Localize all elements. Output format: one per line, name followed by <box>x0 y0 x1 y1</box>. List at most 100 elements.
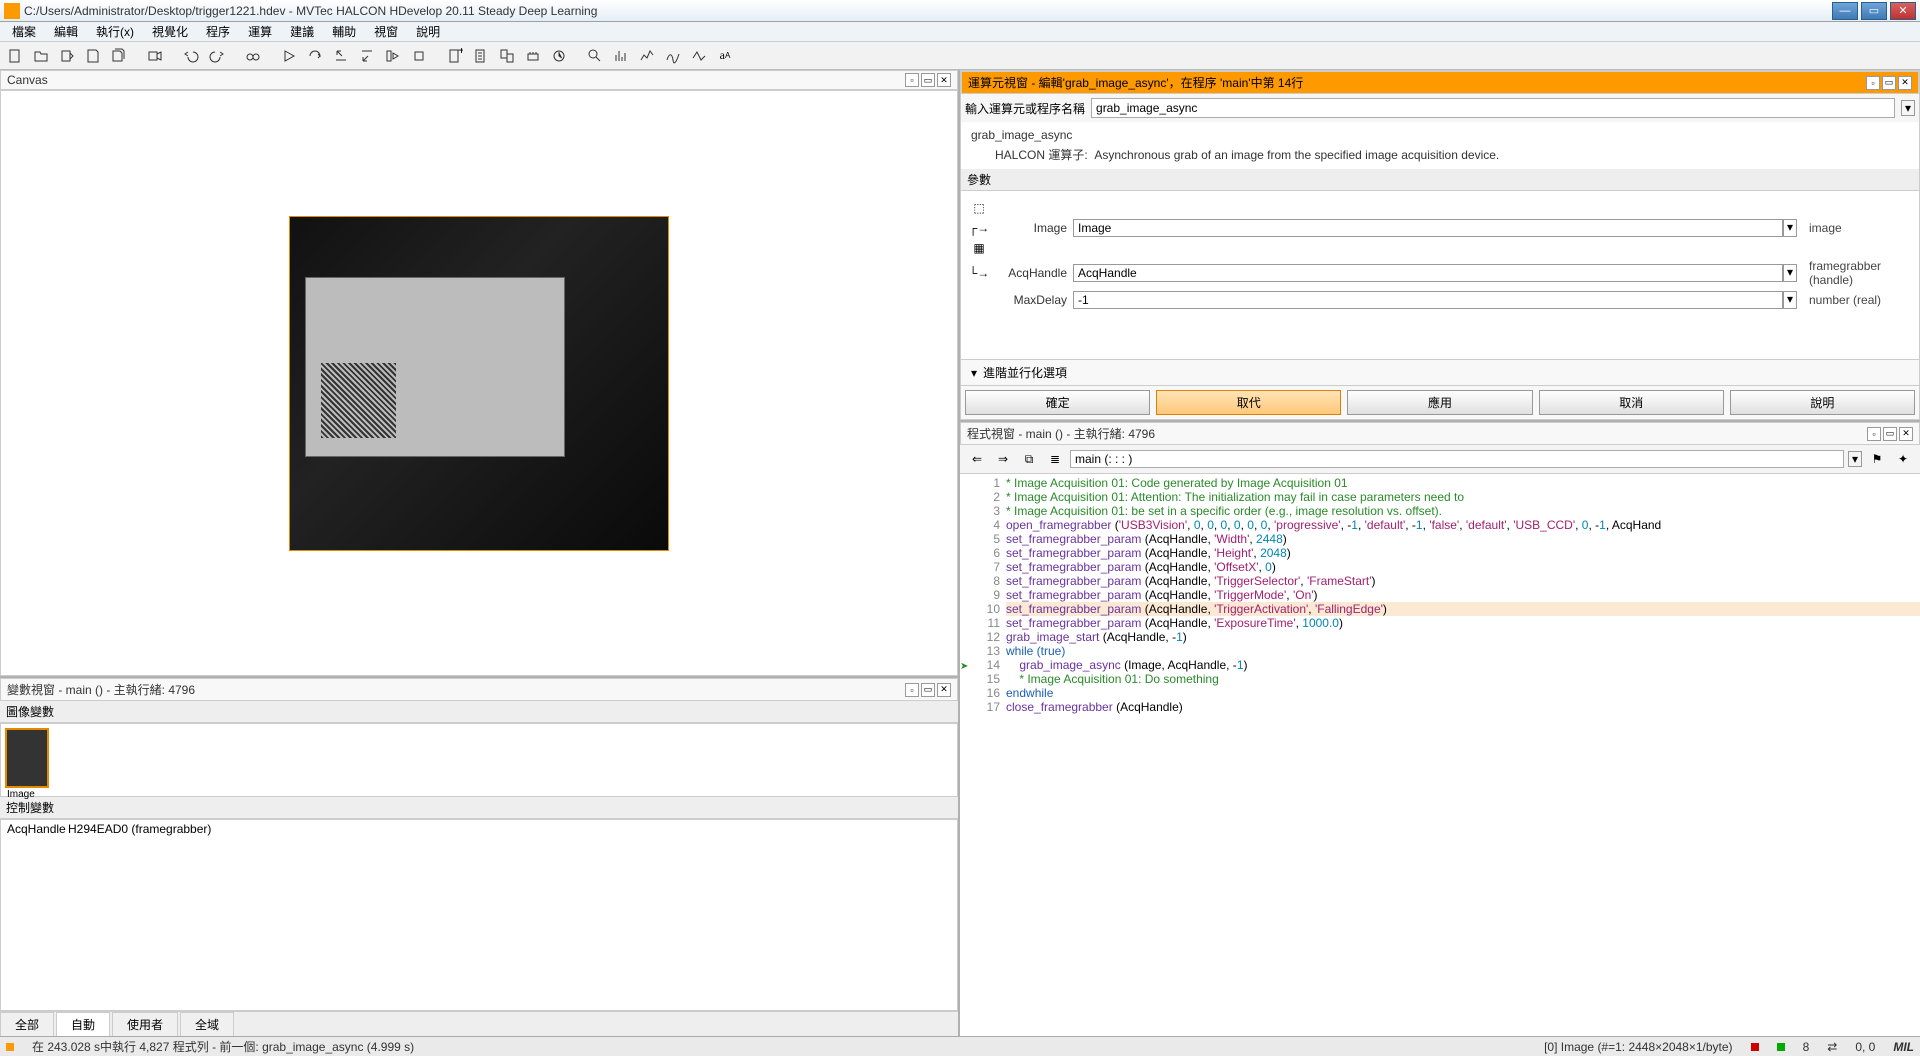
op-name-input[interactable] <box>1091 98 1895 118</box>
record-icon[interactable] <box>144 45 166 67</box>
profile-icon[interactable] <box>636 45 658 67</box>
stop-icon[interactable] <box>408 45 430 67</box>
img-vars-area: Image <box>0 723 958 797</box>
canvas-image <box>289 216 669 551</box>
chevron-down-icon[interactable]: ▾ <box>1901 100 1915 116</box>
menu-op[interactable]: 運算 <box>240 21 280 42</box>
panel-close-icon[interactable]: ✕ <box>937 73 951 87</box>
menu-help[interactable]: 說明 <box>408 21 448 42</box>
panel-max-icon[interactable]: ▭ <box>1883 427 1897 441</box>
menu-suggest[interactable]: 建議 <box>282 21 322 42</box>
chevron-down-icon[interactable]: ▾ <box>1783 291 1797 309</box>
panel-restore-icon[interactable]: ▫ <box>905 683 919 697</box>
window-titlebar: C:/Users/Administrator/Desktop/trigger12… <box>0 0 1920 22</box>
apply-button[interactable]: 應用 <box>1347 390 1532 415</box>
panel-max-icon[interactable]: ▭ <box>1882 76 1896 90</box>
panel-close-icon[interactable]: ✕ <box>1898 76 1912 90</box>
program-window: 程式視窗 - main () - 主執行緒: 4796 ▫ ▭ ✕ ⇐ ⇒ ⧉ … <box>960 420 1920 1036</box>
step-into-icon[interactable] <box>330 45 352 67</box>
pin-icon[interactable]: ✦ <box>1892 448 1914 470</box>
toolbar: + aA <box>0 42 1920 70</box>
params-label: 參數 <box>961 169 1919 191</box>
menu-view[interactable]: 視覺化 <box>144 21 196 42</box>
panel-restore-icon[interactable]: ▫ <box>1867 427 1881 441</box>
ctrl-vars-area: AcqHandle H294EAD0 (framegrabber) <box>0 819 958 1011</box>
panel-close-icon[interactable]: ✕ <box>1899 427 1913 441</box>
step-over-icon[interactable] <box>304 45 326 67</box>
canvas-viewport[interactable] <box>0 90 958 676</box>
new-prog-icon[interactable]: + <box>444 45 466 67</box>
status-text: 在 243.028 s中執行 4,827 程式列 - 前一個: grab_ima… <box>32 1038 414 1055</box>
advanced-toggle[interactable]: ▾進階並行化選項 <box>961 359 1919 385</box>
ocr-icon[interactable]: aA <box>714 45 736 67</box>
help-button[interactable]: 說明 <box>1730 390 1915 415</box>
svg-text:+: + <box>458 48 463 57</box>
table-row[interactable]: AcqHandle H294EAD0 (framegrabber) <box>1 820 957 838</box>
step-cursor-icon[interactable] <box>382 45 404 67</box>
status-icon <box>6 1043 14 1051</box>
new-icon[interactable] <box>4 45 26 67</box>
nav-fwd-icon[interactable]: ⇒ <box>992 448 1014 470</box>
operator-window: 運算元視窗 - 編輯'grab_image_async'，在程序 'main'中… <box>960 70 1920 420</box>
undo-icon[interactable] <box>180 45 202 67</box>
menu-proc[interactable]: 程序 <box>198 21 238 42</box>
param-label: Image <box>997 221 1067 235</box>
run-icon[interactable] <box>278 45 300 67</box>
menu-assist[interactable]: 輔助 <box>324 21 364 42</box>
chevron-down-icon[interactable]: ▾ <box>1783 264 1797 282</box>
close-button[interactable]: ✕ <box>1890 2 1916 20</box>
minimize-button[interactable]: — <box>1832 2 1858 20</box>
saveall-icon[interactable] <box>108 45 130 67</box>
export-icon[interactable] <box>56 45 78 67</box>
tab-user[interactable]: 使用者 <box>112 1012 178 1036</box>
nav-back-icon[interactable]: ⇐ <box>966 448 988 470</box>
open-icon[interactable] <box>30 45 52 67</box>
canvas-header: Canvas ▫ ▭ ✕ <box>0 70 958 90</box>
code-editor[interactable]: 1* Image Acquisition 01: Code generated … <box>960 474 1920 1036</box>
menu-edit[interactable]: 編輯 <box>46 21 86 42</box>
ok-button[interactable]: 確定 <box>965 390 1150 415</box>
step-out-icon[interactable] <box>356 45 378 67</box>
cancel-button[interactable]: 取消 <box>1539 390 1724 415</box>
menubar: 檔案 編輯 執行(x) 視覺化 程序 運算 建議 輔助 視窗 說明 <box>0 22 1920 42</box>
param-acqhandle-input[interactable] <box>1073 264 1783 282</box>
replace-button[interactable]: 取代 <box>1156 390 1341 415</box>
copy-icon[interactable]: ⧉ <box>1018 448 1040 470</box>
param-image-input[interactable] <box>1073 219 1783 237</box>
image-thumb[interactable]: Image <box>5 728 49 788</box>
tab-global[interactable]: 全域 <box>180 1012 234 1036</box>
maximize-button[interactable]: ▭ <box>1861 2 1887 20</box>
status-image-info: [0] Image (#=1: 2448×2048×1/byte) <box>1544 1040 1732 1054</box>
redo-icon[interactable] <box>206 45 228 67</box>
proc-list-icon[interactable] <box>496 45 518 67</box>
menu-file[interactable]: 檔案 <box>4 21 44 42</box>
measure-icon[interactable] <box>688 45 710 67</box>
param-label: AcqHandle <box>997 266 1067 280</box>
logo-icon: MIL <box>1893 1040 1914 1054</box>
panel-max-icon[interactable]: ▭ <box>921 683 935 697</box>
variable-window: 變數視窗 - main () - 主執行緒: 4796 ▫ ▭ ✕ 圖像變數 I… <box>0 676 958 1036</box>
chevron-down-icon[interactable]: ▾ <box>1783 219 1797 237</box>
tab-all[interactable]: 全部 <box>0 1012 54 1036</box>
proc-selector[interactable] <box>1070 450 1844 468</box>
save-icon[interactable] <box>82 45 104 67</box>
reset-icon[interactable] <box>548 45 570 67</box>
param-maxdelay-input[interactable] <box>1073 291 1783 309</box>
menu-run[interactable]: 執行(x) <box>88 21 142 42</box>
panel-max-icon[interactable]: ▭ <box>921 73 935 87</box>
panel-restore-icon[interactable]: ▫ <box>905 73 919 87</box>
histogram-icon[interactable] <box>610 45 632 67</box>
chevron-down-icon[interactable]: ▾ <box>1848 451 1862 467</box>
panel-close-icon[interactable]: ✕ <box>937 683 951 697</box>
menu-window[interactable]: 視窗 <box>366 21 406 42</box>
tab-auto[interactable]: 自動 <box>56 1012 110 1036</box>
settings-icon[interactable] <box>522 45 544 67</box>
panel-restore-icon[interactable]: ▫ <box>1866 76 1880 90</box>
proc-icon[interactable] <box>470 45 492 67</box>
bookmark-icon[interactable]: ⚑ <box>1866 448 1888 470</box>
proc-icon[interactable]: ≣ <box>1044 448 1066 470</box>
zoom-icon[interactable] <box>584 45 606 67</box>
binoculars-icon[interactable] <box>242 45 264 67</box>
status-dot-red <box>1751 1043 1759 1051</box>
feature-icon[interactable] <box>662 45 684 67</box>
